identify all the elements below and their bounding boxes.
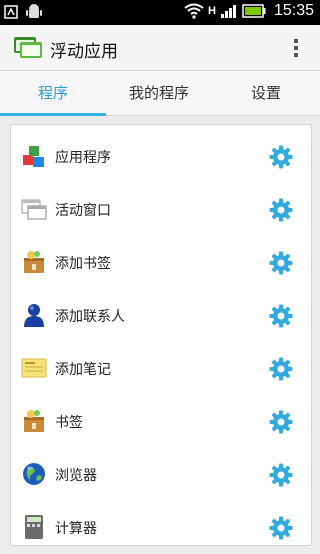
calculator-icon bbox=[25, 515, 43, 539]
list-item-label: 应用程序 bbox=[55, 150, 111, 166]
app-title: 浮动应用 bbox=[50, 42, 118, 62]
gear-icon[interactable] bbox=[269, 251, 293, 275]
tab-my-programs[interactable]: 我的程序 bbox=[106, 71, 212, 115]
gear-icon[interactable] bbox=[269, 357, 293, 381]
list-item-label: 书签 bbox=[55, 415, 83, 431]
status-bar: H 15:35 bbox=[0, 0, 320, 25]
android-icon bbox=[26, 4, 42, 18]
app-logo-icon bbox=[14, 37, 42, 58]
note-icon bbox=[21, 358, 47, 378]
list-item-label: 添加书签 bbox=[55, 256, 111, 272]
gear-icon[interactable] bbox=[269, 198, 293, 222]
list-item-label: 添加联系人 bbox=[55, 309, 125, 325]
app-blocks-icon bbox=[23, 146, 44, 167]
globe-icon bbox=[23, 463, 45, 485]
list-item-label: 浏览器 bbox=[55, 468, 97, 484]
contact-icon bbox=[24, 304, 44, 327]
overflow-menu-icon[interactable] bbox=[291, 39, 301, 59]
gear-icon[interactable] bbox=[269, 516, 293, 540]
list-item-label: 计算器 bbox=[55, 521, 97, 537]
program-list: 应用程序 活动窗口 添加书签 添加联系人 添加笔记 书签 浏览器 计算器 bbox=[10, 124, 312, 546]
list-item-apps[interactable]: 应用程序 bbox=[11, 130, 311, 183]
tab-settings[interactable]: 设置 bbox=[212, 71, 320, 115]
list-item-add-note[interactable]: 添加笔记 bbox=[11, 342, 311, 395]
gear-icon[interactable] bbox=[269, 410, 293, 434]
tab-programs[interactable]: 程序 bbox=[0, 71, 106, 115]
windows-icon bbox=[21, 199, 47, 220]
signal-icon bbox=[220, 5, 236, 18]
gear-icon[interactable] bbox=[269, 304, 293, 328]
status-time: 15:35 bbox=[273, 2, 314, 19]
battery-icon bbox=[242, 4, 266, 18]
network-type-label: H bbox=[208, 5, 216, 17]
usb-debug-icon bbox=[4, 5, 18, 19]
list-item-browser[interactable]: 浏览器 bbox=[11, 448, 311, 501]
active-tab-indicator bbox=[0, 113, 106, 116]
gear-icon[interactable] bbox=[269, 463, 293, 487]
list-item-add-bookmark[interactable]: 添加书签 bbox=[11, 236, 311, 289]
list-item-add-contact[interactable]: 添加联系人 bbox=[11, 289, 311, 342]
list-item-active-windows[interactable]: 活动窗口 bbox=[11, 183, 311, 236]
bookmark-icon bbox=[24, 251, 44, 273]
list-item-bookmarks[interactable]: 书签 bbox=[11, 395, 311, 448]
list-item-calculator[interactable]: 计算器 bbox=[11, 501, 311, 554]
tab-bar: 程序 我的程序 设置 bbox=[0, 71, 320, 116]
bookmark-icon bbox=[24, 410, 44, 432]
wifi-icon bbox=[184, 3, 204, 19]
list-item-label: 活动窗口 bbox=[55, 203, 111, 219]
list-item-label: 添加笔记 bbox=[55, 362, 111, 378]
gear-icon[interactable] bbox=[269, 145, 293, 169]
action-bar: 浮动应用 bbox=[0, 25, 320, 71]
